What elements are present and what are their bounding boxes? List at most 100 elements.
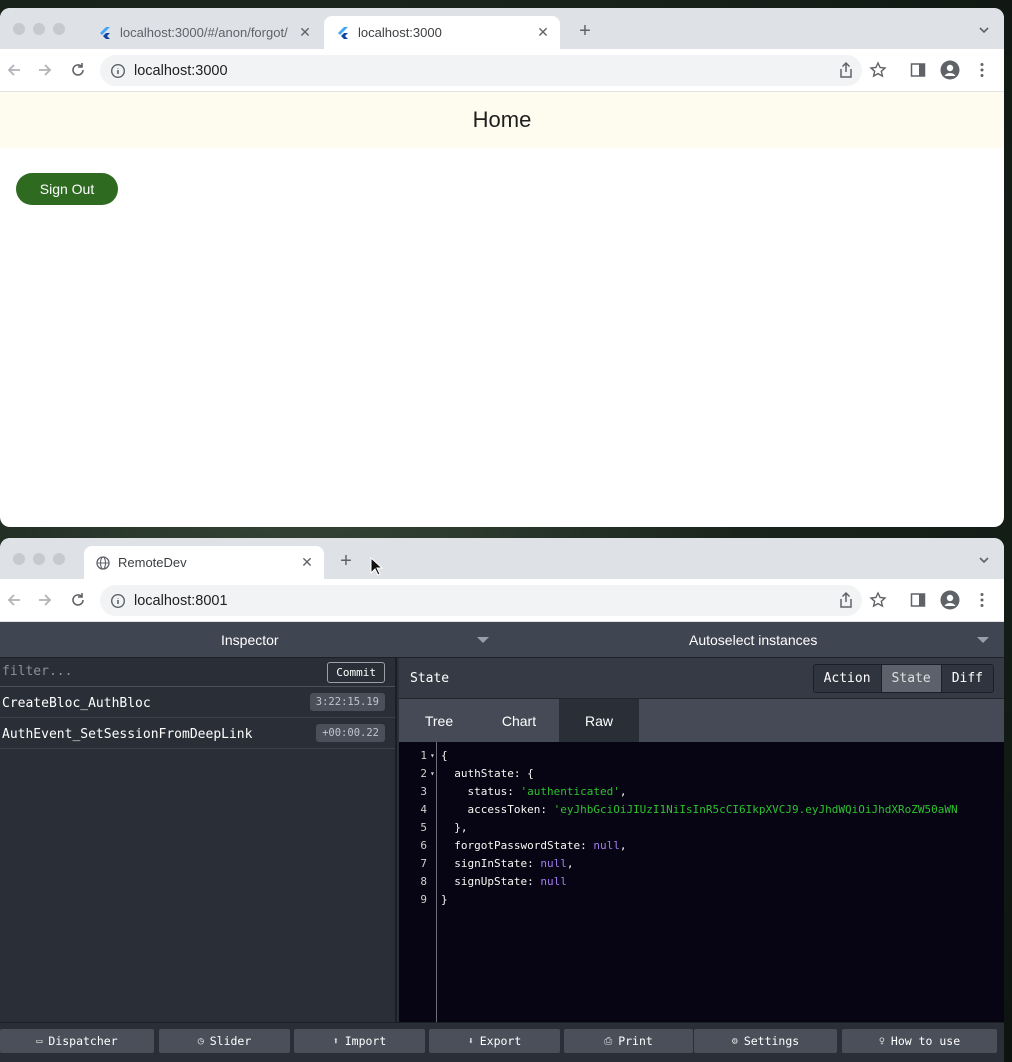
- chevron-down-icon[interactable]: [977, 637, 989, 643]
- null-value: null: [593, 839, 620, 852]
- chevron-down-icon[interactable]: [477, 637, 489, 643]
- devtools-header: Inspector Autoselect instances: [0, 622, 1004, 658]
- code-line: signUpState: null: [441, 875, 567, 888]
- info-icon[interactable]: [110, 63, 126, 79]
- view-tabs: Tree Chart Raw: [399, 699, 1004, 742]
- sign-out-button[interactable]: Sign Out: [16, 173, 118, 205]
- tab-title: localhost:3000/#/anon/forgot/: [120, 25, 288, 40]
- dispatcher-button[interactable]: ▭ Dispatcher: [0, 1029, 154, 1053]
- close-window-icon[interactable]: [13, 23, 25, 35]
- slider-button[interactable]: ◷ Slider: [159, 1029, 290, 1053]
- line-number: 5: [420, 821, 427, 834]
- star-icon[interactable]: [869, 61, 887, 79]
- null-value: null: [540, 857, 567, 870]
- button-label: Settings: [743, 1034, 800, 1048]
- button-label: Import: [344, 1034, 387, 1048]
- code-key: signInState:: [441, 857, 541, 870]
- star-icon[interactable]: [869, 591, 887, 609]
- close-window-icon[interactable]: [13, 553, 25, 565]
- button-label: Dispatcher: [48, 1034, 118, 1048]
- code-key: accessToken:: [441, 803, 554, 816]
- how-to-use-button[interactable]: ♀ How to use: [842, 1029, 997, 1053]
- minimize-window-icon[interactable]: [33, 553, 45, 565]
- download-icon: ⬇: [467, 1035, 474, 1047]
- tab-strip: localhost:3000/#/anon/forgot/ ✕ localhos…: [0, 8, 1004, 49]
- state-mode-button[interactable]: State: [880, 665, 941, 692]
- chevron-down-icon[interactable]: [978, 554, 990, 566]
- code-punct: ,: [566, 857, 574, 870]
- export-button[interactable]: ⬇ Export: [429, 1029, 560, 1053]
- code-text: },: [441, 821, 468, 834]
- side-panel-icon[interactable]: [909, 61, 927, 79]
- fold-toggle-icon[interactable]: ▾: [430, 769, 435, 778]
- back-icon[interactable]: [5, 61, 23, 79]
- action-item[interactable]: CreateBloc_AuthBloc 3:22:15.19: [0, 687, 395, 718]
- profile-avatar-icon[interactable]: [940, 590, 960, 610]
- tab-home[interactable]: localhost:3000 ✕: [324, 16, 560, 49]
- forward-icon[interactable]: [36, 591, 54, 609]
- line-number: 4: [420, 803, 427, 816]
- code-key: status:: [441, 785, 521, 798]
- share-icon[interactable]: [837, 591, 855, 609]
- action-item[interactable]: AuthEvent_SetSessionFromDeepLink +00:00.…: [0, 718, 395, 749]
- import-button[interactable]: ⬆ Import: [294, 1029, 425, 1053]
- page-title: Home: [472, 107, 532, 132]
- reload-icon[interactable]: [69, 61, 87, 79]
- zoom-window-icon[interactable]: [53, 553, 65, 565]
- minimize-window-icon[interactable]: [33, 23, 45, 35]
- more-vert-icon[interactable]: [973, 61, 991, 79]
- line-number: 6: [420, 839, 427, 852]
- url-text: localhost:3000: [134, 62, 228, 79]
- string-value: 'eyJhbGciOiJIUzI1NiIsInR5cCI6IkpXVCJ9.ey…: [553, 803, 958, 816]
- code-text: authState: {: [441, 767, 534, 780]
- tab-raw[interactable]: Raw: [559, 699, 639, 742]
- code-punct: ,: [619, 839, 627, 852]
- forward-icon[interactable]: [36, 61, 54, 79]
- browser-toolbar: localhost:8001: [0, 579, 1004, 622]
- commit-button[interactable]: Commit: [327, 662, 385, 683]
- button-label: Export: [479, 1034, 522, 1048]
- line-number: 7: [420, 857, 427, 870]
- address-bar[interactable]: localhost:8001: [100, 585, 862, 616]
- close-tab-icon[interactable]: ✕: [294, 24, 316, 41]
- tab-chart[interactable]: Chart: [479, 699, 559, 742]
- address-bar[interactable]: localhost:3000: [100, 55, 862, 86]
- action-list-panel: filter... Commit CreateBloc_AuthBloc 3:2…: [0, 658, 397, 1022]
- info-icon[interactable]: [110, 593, 126, 609]
- gear-icon: ⚙: [731, 1035, 738, 1047]
- chevron-down-icon[interactable]: [978, 24, 990, 36]
- zoom-window-icon[interactable]: [53, 23, 65, 35]
- browser-window-remotedev: RemoteDev ✕ + localhost:8001 Inspector A…: [0, 538, 1004, 1062]
- remotedev-app: Inspector Autoselect instances filter...…: [0, 622, 1004, 1062]
- profile-avatar-icon[interactable]: [940, 60, 960, 80]
- code-line: },: [441, 821, 468, 834]
- tab-tree[interactable]: Tree: [399, 699, 479, 742]
- fold-toggle-icon[interactable]: ▾: [430, 751, 435, 760]
- flutter-icon: [338, 26, 348, 39]
- share-icon[interactable]: [837, 61, 855, 79]
- reload-icon[interactable]: [69, 591, 87, 609]
- instances-select[interactable]: Autoselect instances: [689, 632, 817, 648]
- print-icon: ⎙: [604, 1035, 613, 1047]
- app-bar: Home: [0, 92, 1004, 148]
- action-mode-button[interactable]: Action: [813, 665, 881, 692]
- new-tab-icon[interactable]: +: [573, 20, 597, 44]
- inspector-select[interactable]: Inspector: [221, 632, 279, 648]
- close-tab-icon[interactable]: ✕: [532, 24, 554, 41]
- new-tab-icon[interactable]: +: [334, 550, 358, 574]
- close-tab-icon[interactable]: ✕: [296, 554, 318, 571]
- code-line: {: [441, 749, 448, 762]
- settings-button[interactable]: ⚙ Settings: [694, 1029, 837, 1053]
- globe-icon: [96, 555, 110, 570]
- tab-forgot[interactable]: localhost:3000/#/anon/forgot/ ✕: [86, 16, 322, 49]
- side-panel-icon[interactable]: [909, 591, 927, 609]
- timer-icon: ◷: [197, 1035, 204, 1047]
- diff-mode-button[interactable]: Diff: [940, 665, 993, 692]
- print-button[interactable]: ⎙ Print: [564, 1029, 693, 1053]
- more-vert-icon[interactable]: [973, 591, 991, 609]
- raw-state-editor[interactable]: 1 ▾ 2 ▾ 3 4 5 6 7 8 9 { authState: { status: 'auth…: [399, 742, 1004, 1022]
- tab-title: localhost:3000: [358, 25, 442, 40]
- code-punct: ,: [619, 785, 627, 798]
- tab-remotedev[interactable]: RemoteDev ✕: [84, 546, 324, 579]
- back-icon[interactable]: [5, 591, 23, 609]
